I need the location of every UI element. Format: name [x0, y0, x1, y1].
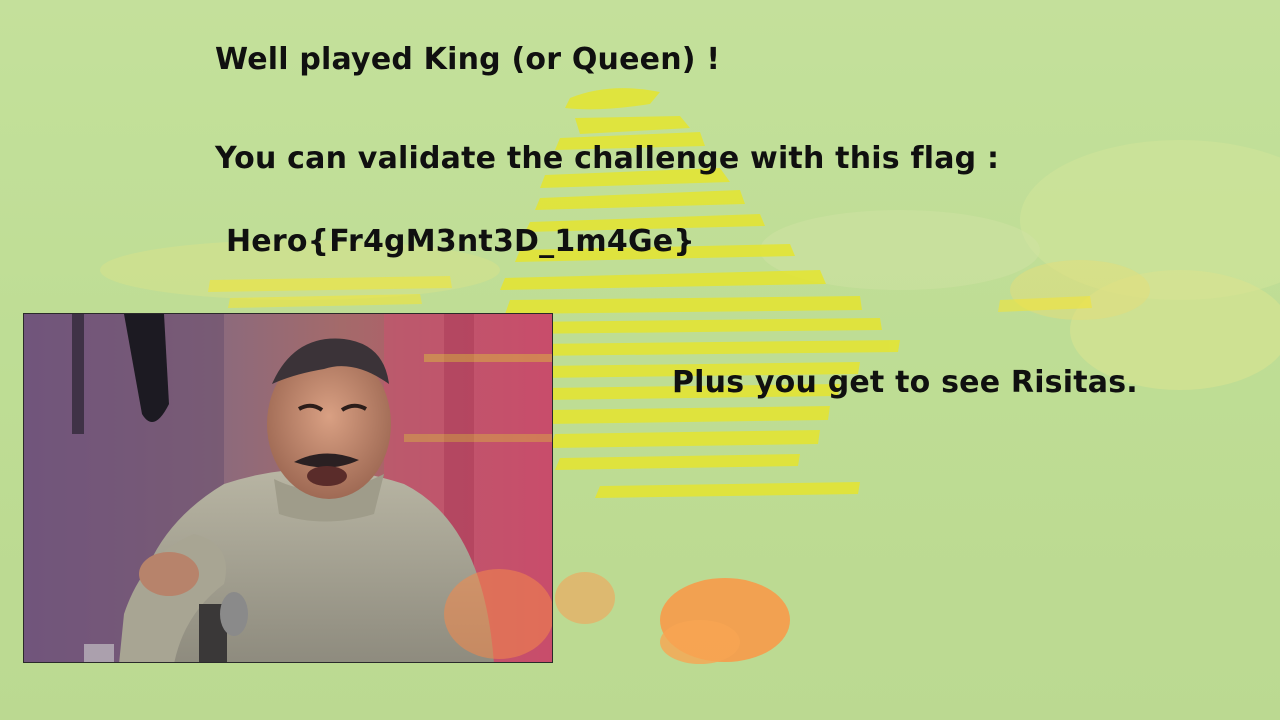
risitas-photo	[23, 313, 553, 663]
slide: Well played King (or Queen) ! You can va…	[0, 0, 1280, 720]
congrats-heading: Well played King (or Queen) !	[215, 42, 721, 77]
risitas-note: Plus you get to see Risitas.	[672, 365, 1138, 400]
flag-text: Hero{Fr4gM3nt3D_1m4Ge}	[226, 224, 695, 259]
flag-instruction-text: You can validate the challenge with this…	[215, 141, 1000, 176]
